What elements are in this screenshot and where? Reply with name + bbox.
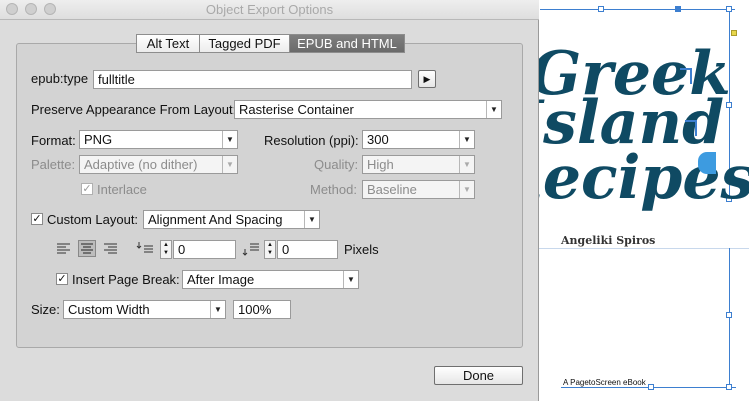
play-icon: ▶: [423, 74, 431, 84]
space-after-icon: [242, 240, 260, 257]
chevron-down-icon: ▼: [267, 250, 273, 256]
object-export-options-dialog: Object Export Options Alt Text Tagged PD…: [0, 0, 539, 401]
footer-text: A PagetoScreen eBook: [563, 378, 646, 387]
space-before-stepper[interactable]: ▲ ▼: [160, 240, 172, 259]
chevron-down-icon: ▼: [222, 131, 237, 148]
space-after-input[interactable]: 0: [277, 240, 338, 259]
quality-select[interactable]: High ▼: [362, 155, 475, 174]
page-break-label: Insert Page Break:: [72, 272, 180, 287]
page-break-select[interactable]: After Image ▼: [182, 270, 359, 289]
format-select[interactable]: PNG ▼: [79, 130, 238, 149]
check-icon: ✓: [57, 273, 67, 285]
resolution-label: Resolution (ppi):: [264, 133, 359, 148]
chevron-down-icon: ▼: [486, 101, 501, 118]
format-label: Format:: [31, 133, 76, 148]
frame-handle[interactable]: [648, 384, 654, 390]
preserve-appearance-value: Rasterise Container: [239, 102, 354, 117]
chevron-down-icon: ▼: [459, 181, 474, 198]
quality-label: Quality:: [314, 157, 359, 172]
size-select[interactable]: Custom Width ▼: [63, 300, 226, 319]
frame-handle[interactable]: [726, 6, 732, 12]
size-percent-input[interactable]: 100%: [233, 300, 291, 319]
spacing-unit-label: Pixels: [344, 242, 379, 257]
size-label: Size:: [31, 302, 60, 317]
size-value: Custom Width: [68, 302, 150, 317]
chevron-down-icon: ▼: [222, 156, 237, 173]
title-bar[interactable]: Object Export Options: [0, 0, 539, 20]
tab-epub-html[interactable]: EPUB and HTML: [289, 34, 405, 53]
text-thread-icon: [685, 120, 697, 136]
epub-type-label: epub:type: [31, 71, 89, 86]
palette-select[interactable]: Adaptive (no dither) ▼: [79, 155, 238, 174]
preserve-appearance-select[interactable]: Rasterise Container ▼: [234, 100, 502, 119]
align-center-button[interactable]: [78, 240, 96, 257]
resolution-value: 300: [367, 132, 389, 147]
align-left-icon: [57, 243, 70, 254]
align-right-button[interactable]: [101, 240, 119, 257]
space-before-input[interactable]: 0: [173, 240, 236, 259]
text-thread-icon: [680, 68, 692, 84]
tab-tagged-pdf[interactable]: Tagged PDF: [199, 34, 290, 53]
align-center-icon: [81, 243, 93, 254]
epub-type-menu-button[interactable]: ▶: [418, 70, 436, 88]
align-left-button[interactable]: [55, 240, 73, 257]
chevron-down-icon: ▼: [210, 301, 225, 318]
method-label: Method:: [310, 182, 357, 197]
custom-layout-value: Alignment And Spacing: [148, 212, 283, 227]
method-select[interactable]: Baseline ▼: [362, 180, 475, 199]
author-name: Angeliki Spiros: [561, 234, 656, 247]
frame-right-edge: [729, 248, 730, 388]
palette-label: Palette:: [31, 157, 76, 172]
frame-handle[interactable]: [726, 312, 732, 318]
interlace-checkbox[interactable]: ✓: [81, 183, 93, 195]
document-canvas[interactable]: Greek Island Recipes Angeliki Spiros A P…: [493, 0, 749, 401]
chevron-up-icon: ▲: [163, 242, 169, 248]
interlace-label: Interlace: [97, 182, 147, 197]
guide-line: [535, 248, 749, 249]
frame-port-icon[interactable]: [731, 30, 737, 36]
chevron-down-icon: ▼: [343, 271, 358, 288]
space-after-stepper[interactable]: ▲ ▼: [264, 240, 276, 259]
palette-value: Adaptive (no dither): [84, 157, 198, 172]
page-break-checkbox[interactable]: ✓: [56, 273, 68, 285]
frame-handle[interactable]: [675, 6, 681, 12]
tab-alt-text[interactable]: Alt Text: [136, 34, 200, 53]
chevron-down-icon: ▼: [459, 131, 474, 148]
chevron-down-icon: ▼: [459, 156, 474, 173]
chevron-down-icon: ▼: [163, 250, 169, 256]
done-button[interactable]: Done: [434, 366, 523, 385]
method-value: Baseline: [367, 182, 417, 197]
resolution-select[interactable]: 300 ▼: [362, 130, 475, 149]
custom-layout-label: Custom Layout:: [47, 212, 139, 227]
window-title: Object Export Options: [205, 2, 334, 17]
space-before-icon: [136, 240, 154, 257]
frame-top-edge: [540, 9, 735, 10]
page-break-value: After Image: [187, 272, 255, 287]
chevron-down-icon: ▼: [304, 211, 319, 228]
check-icon: ✓: [82, 183, 92, 195]
epub-type-input[interactable]: fulltitle: [93, 70, 412, 89]
check-icon: ✓: [32, 213, 42, 225]
custom-layout-select[interactable]: Alignment And Spacing ▼: [143, 210, 320, 229]
format-value: PNG: [84, 132, 113, 147]
frame-handle[interactable]: [726, 384, 732, 390]
align-right-icon: [104, 243, 117, 254]
preserve-appearance-label: Preserve Appearance From Layout:: [31, 102, 237, 117]
paragraph-mark-icon: [698, 152, 716, 174]
quality-value: High: [367, 157, 394, 172]
custom-layout-checkbox[interactable]: ✓: [31, 213, 43, 225]
frame-handle[interactable]: [598, 6, 604, 12]
chevron-up-icon: ▲: [267, 242, 273, 248]
